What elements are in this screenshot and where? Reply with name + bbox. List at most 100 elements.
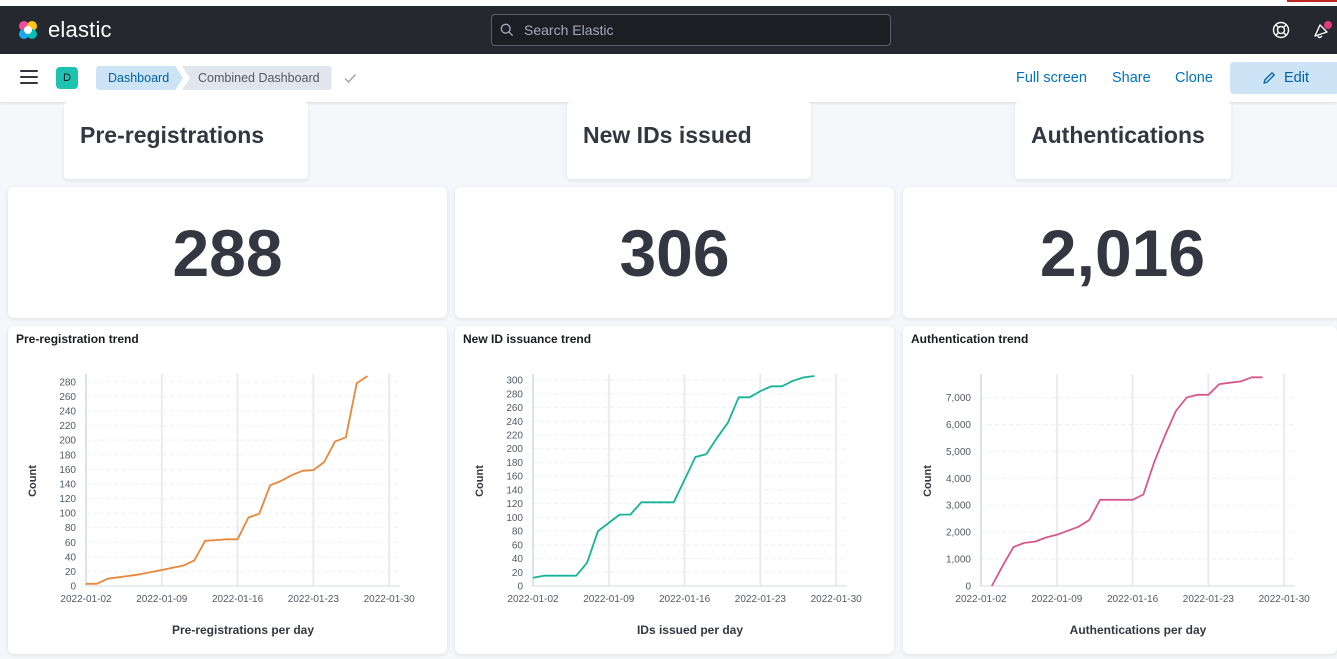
metric-panel-pre-registrations: 288 — [8, 187, 447, 318]
y-tick-label: 220 — [59, 421, 76, 432]
y-tick-label: 200 — [59, 436, 76, 447]
x-axis-label: Authentications per day — [1070, 623, 1207, 637]
y-tick-label: 260 — [506, 403, 523, 414]
y-tick-label: 220 — [506, 431, 523, 442]
window-accent-strip — [1287, 0, 1337, 2]
y-tick-label: 60 — [512, 540, 524, 551]
y-tick-label: 2,000 — [946, 528, 971, 539]
y-tick-label: 280 — [506, 389, 523, 400]
panel-title-pre-registrations: Pre-registrations — [64, 102, 308, 179]
series-line — [86, 375, 369, 585]
line-chart-new-ids: 0 20 40 60 80 100 120 140 160 180 200 220 240 260 280 3… — [474, 374, 863, 637]
edit-button-label: Edit — [1284, 70, 1309, 86]
chart-panel-authentication-trend: Authentication trend 0 1,000 2,000 3,000 4,0… — [903, 326, 1337, 654]
x-tick-label: 2022-01-02 — [507, 594, 559, 605]
panel-title-authentications: Authentications — [1015, 102, 1231, 179]
y-tick-label: 6,000 — [946, 420, 971, 431]
menu-icon[interactable] — [20, 70, 38, 86]
elastic-logo[interactable]: elastic — [16, 16, 112, 44]
series-line — [991, 376, 1263, 587]
y-tick-label: 5,000 — [946, 447, 971, 458]
x-tick-label: 2022-01-23 — [1183, 594, 1235, 605]
x-tick-label: 2022-01-09 — [1031, 594, 1083, 605]
check-icon[interactable] — [343, 71, 357, 85]
y-tick-label: 120 — [506, 499, 523, 510]
chart-panel-new-id-trend: New ID issuance trend 0 20 40 60 80 100 120 140… — [455, 326, 894, 654]
header-bar: elastic Search Elastic — [0, 6, 1337, 54]
y-tick-label: 140 — [506, 485, 523, 496]
y-tick-label: 180 — [506, 458, 523, 469]
x-tick-label: 2022-01-16 — [1107, 594, 1159, 605]
y-tick-label: 40 — [65, 552, 77, 563]
y-tick-label: 240 — [59, 407, 76, 418]
y-axis-label: Count — [474, 465, 486, 497]
y-tick-label: 100 — [59, 509, 76, 520]
pencil-icon — [1263, 72, 1275, 84]
x-tick-label: 2022-01-30 — [364, 594, 416, 605]
y-tick-label: 60 — [65, 538, 77, 549]
y-tick-label: 140 — [59, 479, 76, 490]
y-tick-label: 160 — [59, 465, 76, 476]
y-axis-label: Count — [27, 465, 39, 497]
x-tick-label: 2022-01-23 — [288, 594, 340, 605]
panel-title-new-ids: New IDs issued — [567, 102, 811, 179]
y-axis-label: Count — [922, 465, 934, 497]
y-tick-label: 260 — [59, 392, 76, 403]
y-tick-label: 80 — [512, 527, 524, 538]
y-tick-label: 0 — [70, 582, 76, 593]
x-tick-label: 2022-01-16 — [212, 594, 264, 605]
y-tick-label: 160 — [506, 472, 523, 483]
x-tick-label: 2022-01-02 — [955, 594, 1007, 605]
y-tick-label: 20 — [512, 568, 524, 579]
y-tick-label: 20 — [65, 567, 77, 578]
space-avatar[interactable]: D — [56, 67, 78, 89]
y-tick-label: 4,000 — [946, 474, 971, 485]
search-icon — [500, 23, 514, 37]
clone-link[interactable]: Clone — [1175, 70, 1213, 86]
y-tick-label: 120 — [59, 494, 76, 505]
metric-value: 306 — [619, 215, 730, 290]
breadcrumb-dashboard[interactable]: Dashboard — [96, 66, 183, 90]
full-screen-link[interactable]: Full screen — [1016, 70, 1087, 86]
search-placeholder: Search Elastic — [524, 22, 614, 38]
x-tick-label: 2022-01-30 — [1259, 594, 1311, 605]
y-tick-label: 3,000 — [946, 501, 971, 512]
metric-value: 288 — [172, 215, 283, 290]
metric-value: 2,016 — [1039, 215, 1206, 290]
search-input[interactable]: Search Elastic — [491, 14, 891, 46]
newsfeed-icon[interactable] — [1312, 20, 1332, 40]
y-tick-label: 100 — [506, 513, 523, 524]
x-tick-label: 2022-01-09 — [136, 594, 188, 605]
x-tick-label: 2022-01-02 — [60, 594, 112, 605]
y-tick-label: 7,000 — [946, 393, 971, 404]
x-tick-label: 2022-01-09 — [583, 594, 635, 605]
chart-panel-pre-registration-trend: Pre-registration trend 0 20 40 60 80 100 120 14… — [8, 326, 447, 654]
y-tick-label: 280 — [59, 377, 76, 388]
share-link[interactable]: Share — [1112, 70, 1151, 86]
y-tick-label: 200 — [506, 444, 523, 455]
metric-panel-authentications: 2,016 — [903, 187, 1337, 318]
y-tick-label: 240 — [506, 417, 523, 428]
y-tick-label: 80 — [65, 523, 77, 534]
y-tick-label: 300 — [506, 376, 523, 387]
metric-panel-new-ids: 306 — [455, 187, 894, 318]
x-tick-label: 2022-01-23 — [735, 594, 787, 605]
y-tick-label: 40 — [512, 554, 524, 565]
y-tick-label: 1,000 — [946, 555, 971, 566]
elastic-logo-icon — [19, 21, 37, 39]
brand-name: elastic — [48, 17, 112, 42]
line-chart-authentications: 0 1,000 2,000 3,000 4,000 5,000 6,000 7,000 2022… — [922, 374, 1311, 637]
app-nav-bar: D Dashboard Combined Dashboard Full scre… — [0, 54, 1337, 102]
edit-button[interactable]: Edit — [1230, 62, 1337, 94]
x-tick-label: 2022-01-16 — [659, 594, 711, 605]
x-axis-label: IDs issued per day — [637, 623, 743, 637]
y-tick-label: 0 — [965, 582, 971, 593]
line-chart-pre-registrations: 0 20 40 60 80 100 120 140 160 180 200 220 240 260 280 2… — [27, 374, 416, 637]
y-tick-label: 180 — [59, 450, 76, 461]
x-tick-label: 2022-01-30 — [811, 594, 863, 605]
series-line — [532, 375, 815, 579]
x-axis-label: Pre-registrations per day — [172, 623, 314, 637]
breadcrumb-current: Combined Dashboard — [182, 66, 332, 90]
help-icon[interactable] — [1272, 21, 1290, 39]
y-tick-label: 0 — [517, 582, 523, 593]
